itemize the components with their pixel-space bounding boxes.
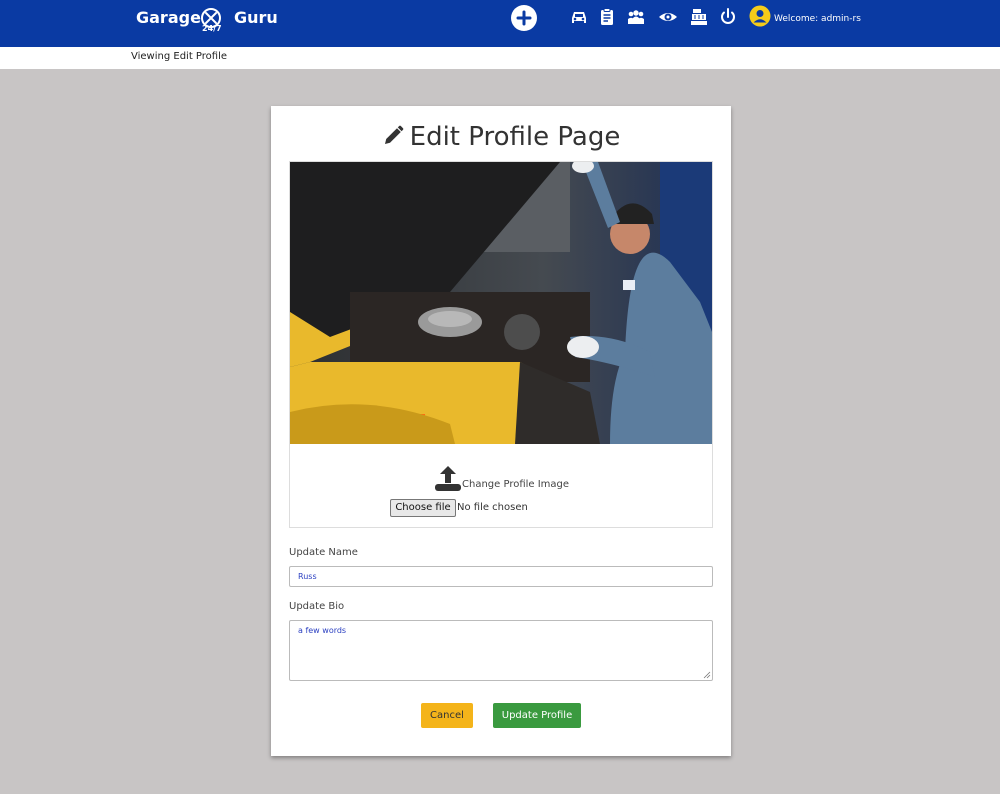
choose-file-button[interactable]: Choose file xyxy=(390,499,456,517)
pencil-icon xyxy=(384,125,404,144)
profile-image-section: Change Profile Image Choose file No file… xyxy=(289,161,713,528)
logo-text-guru: Guru xyxy=(234,8,278,27)
change-image-label: Change Profile Image xyxy=(462,479,570,490)
bio-text: a few words xyxy=(298,626,347,635)
resize-grip-icon[interactable] xyxy=(703,671,711,679)
logo-tagline: 24/7 xyxy=(202,24,222,33)
bio-textarea[interactable]: a few words xyxy=(289,620,713,681)
update-profile-button[interactable]: Update Profile xyxy=(493,703,581,728)
breadcrumb: Viewing Edit Profile xyxy=(131,51,228,62)
user-avatar-icon xyxy=(749,5,771,27)
file-status: No file chosen xyxy=(457,502,528,513)
name-label: Update Name xyxy=(289,547,358,558)
top-navbar: Garage Guru 24/7 Welcome: admin-rs xyxy=(0,0,1000,47)
welcome-text: Welcome: admin-rs xyxy=(774,14,861,24)
page-title: Edit Profile Page xyxy=(271,122,731,152)
users-icon[interactable] xyxy=(626,7,646,27)
logo-text-garage: Garage xyxy=(136,8,201,27)
upload-icon xyxy=(435,466,461,491)
eye-icon[interactable] xyxy=(658,7,678,27)
page-title-text: Edit Profile Page xyxy=(409,122,621,152)
car-icon[interactable] xyxy=(569,7,589,27)
breadcrumb-bar: Viewing Edit Profile xyxy=(0,47,1000,69)
clipboard-icon[interactable] xyxy=(597,7,617,27)
edit-profile-card: Edit Profile Page Change Profile Image C… xyxy=(271,106,731,756)
name-input[interactable]: Russ xyxy=(289,566,713,587)
cash-register-icon[interactable] xyxy=(689,7,709,27)
profile-photo xyxy=(290,162,712,444)
bio-label: Update Bio xyxy=(289,601,345,612)
garage-guru-logo[interactable]: Garage Guru 24/7 xyxy=(136,5,278,39)
power-icon[interactable] xyxy=(718,7,738,27)
plus-circle-icon xyxy=(516,10,532,26)
add-button[interactable] xyxy=(511,5,537,31)
cancel-button[interactable]: Cancel xyxy=(421,703,473,728)
